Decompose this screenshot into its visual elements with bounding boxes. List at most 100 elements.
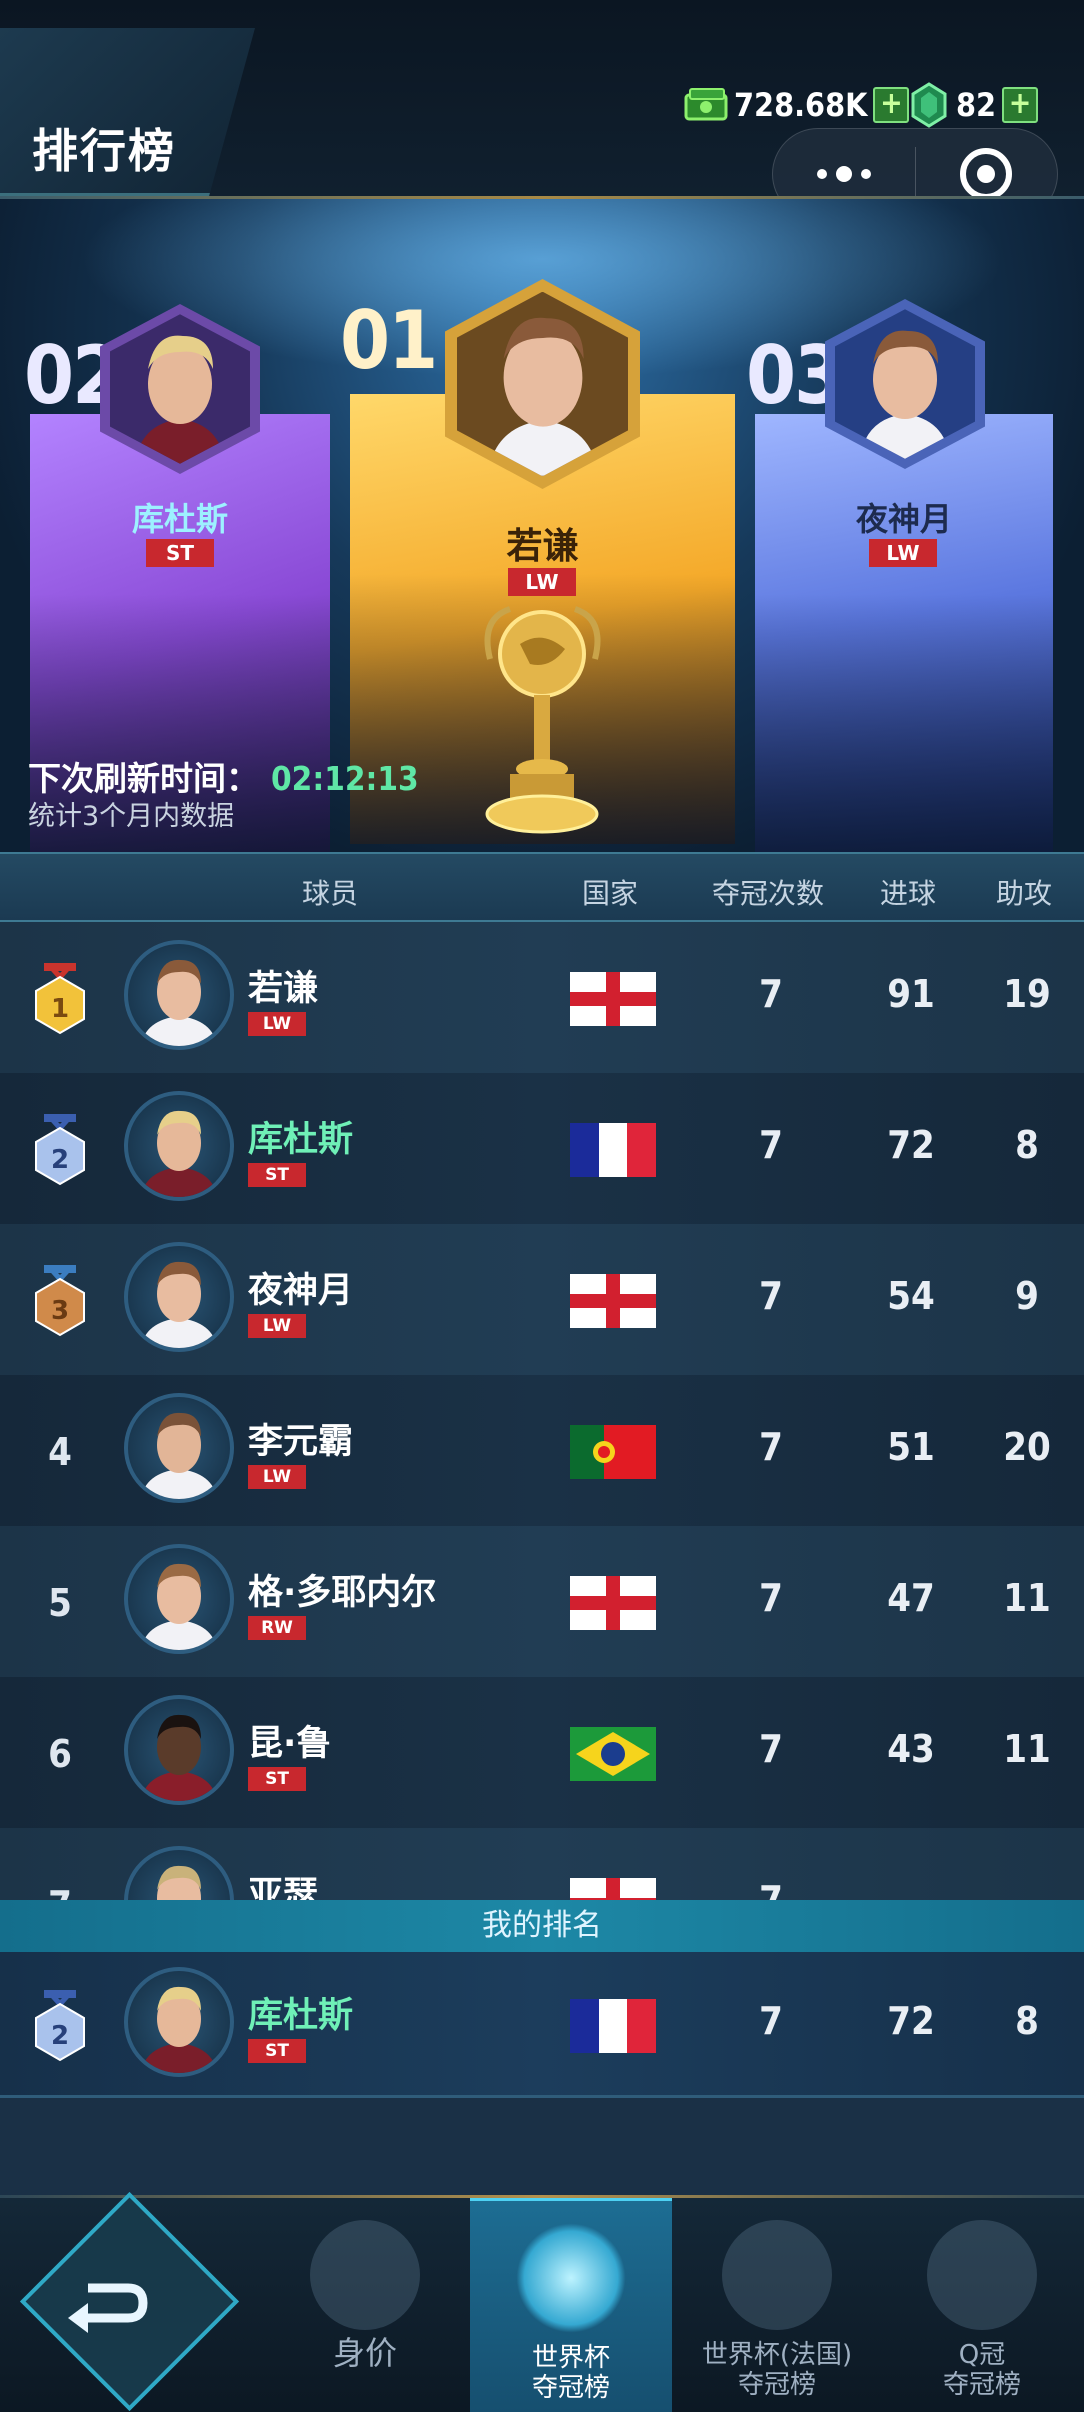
goals-value: 47 [887, 1576, 935, 1620]
player-avatar [124, 940, 234, 1050]
player-portrait-icon [859, 330, 950, 459]
player-avatar [124, 1544, 234, 1654]
my-rank-row[interactable]: 2 库杜斯 ST 7 72 8 [0, 1952, 1084, 2098]
goals-value: 72 [887, 1123, 935, 1167]
player-portrait-icon [134, 335, 225, 464]
podium-avatar-first [445, 279, 640, 489]
country-flag-england-icon [570, 1274, 656, 1328]
column-country: 国家 [582, 877, 639, 910]
refresh-time: 02:12:13 [271, 759, 419, 798]
player-avatar [124, 1242, 234, 1352]
assists-value: 8 [1015, 1123, 1039, 1167]
player-avatar [124, 1091, 234, 1201]
back-arrow-icon [58, 2268, 158, 2338]
tab-worldcup-france-label: 世界杯(法国) 夺冠榜 [701, 2340, 853, 2400]
table-row[interactable]: 2 库杜斯 ST 7 72 8 [0, 1073, 1084, 1224]
rank-number: 7 [28, 1870, 92, 1900]
player-name: 昆·鲁 [248, 1724, 332, 1764]
rank-number: 6 [48, 1732, 72, 1776]
country-flag-france-icon [570, 1123, 656, 1177]
globe-trophy-icon [722, 2220, 832, 2330]
podium-position-third: LW [869, 539, 937, 567]
podium-name-second: 库杜斯 [131, 500, 228, 538]
table-row[interactable]: 6 昆·鲁 ST 7 43 11 [0, 1677, 1084, 1828]
player-name: 库杜斯 [248, 1120, 354, 1160]
table-row[interactable]: 1 若谦 LW 7 91 19 [0, 922, 1084, 1073]
cash-counter: 728.68K + [684, 80, 910, 130]
podium-position-first: LW [508, 568, 576, 596]
tab-value[interactable]: 身价 [262, 2198, 468, 2412]
player-name: 夜神月 [248, 1271, 354, 1311]
podium-avatar-third [825, 299, 985, 469]
tab-worldcup-champions[interactable]: 世界杯 夺冠榜 [470, 2198, 672, 2412]
podium-rank-first: 01 [340, 294, 438, 387]
gem-value: 82 [956, 86, 997, 124]
goals-value: 43 [887, 1727, 935, 1771]
assists-value: 19 [1003, 972, 1051, 1016]
add-gems-button[interactable]: + [1002, 87, 1039, 123]
bottom-nav: 身价 世界杯 夺冠榜 世界杯(法国) 夺冠榜 Q冠 夺冠榜 [0, 2191, 1084, 2412]
podium-name-third: 夜神月 [855, 500, 952, 538]
country-flag-portugal-icon [570, 1425, 656, 1479]
table-row[interactable]: 7 亚瑟 7 [0, 1828, 1084, 1900]
svg-text:1: 1 [51, 994, 69, 1024]
assists-value: 20 [1003, 1425, 1051, 1469]
table-row[interactable]: 5 格·多耶内尔 RW 7 47 11 [0, 1526, 1084, 1677]
column-titles: 夺冠次数 [712, 877, 825, 910]
position-badge: LW [248, 1314, 306, 1338]
tab-q-crown-champions[interactable]: Q冠 夺冠榜 [880, 2198, 1084, 2412]
podium-card-third[interactable] [755, 414, 1053, 852]
titles-value: 7 [759, 1274, 783, 1318]
my-rank-header: 我的排名 [0, 1900, 1084, 1952]
player-avatar [124, 1967, 234, 2077]
svg-text:2: 2 [51, 1145, 69, 1175]
refresh-label: 下次刷新时间： [28, 759, 259, 798]
player-value-icon [310, 2220, 420, 2330]
player-name: 格·多耶内尔 [248, 1573, 437, 1613]
top-bar: 排行榜 728.68K + 82 + [0, 0, 1084, 220]
rank-medal-icon: 2 [28, 1114, 92, 1186]
position-badge: ST [248, 1163, 306, 1187]
position-badge: LW [248, 1012, 306, 1036]
my-rank-content[interactable]: 2 库杜斯 ST 7 72 8 [0, 1949, 1084, 2100]
player-name: 库杜斯 [248, 1996, 354, 2036]
rank-number: 5 [48, 1581, 72, 1625]
table-row[interactable]: 3 夜神月 LW 7 54 9 [0, 1224, 1084, 1375]
ranking-list[interactable]: 1 若谦 LW 7 91 19 2 库杜斯 ST 7 72 8 3 夜神月 LW… [0, 922, 1084, 1900]
podium-name-first: 若谦 [506, 526, 579, 567]
table-header: 球员 国家 夺冠次数 进球 助攻 [0, 852, 1084, 922]
titles-value: 7 [759, 1878, 783, 1900]
position-badge: RW [248, 1616, 306, 1640]
podium-position-second: ST [146, 539, 214, 567]
country-flag-france-icon [570, 1999, 656, 2053]
goals-value: 51 [887, 1425, 935, 1469]
column-assists: 助攻 [996, 877, 1053, 910]
player-portrait-icon [487, 318, 598, 477]
podium: 02 库杜斯 ST 01 若谦 LW 03 夜神月 LW 下次刷新时间： 02:… [0, 199, 1084, 852]
titles-value: 7 [759, 1576, 783, 1620]
country-flag-brazil-icon [570, 1727, 656, 1781]
country-flag-england-icon [570, 1878, 656, 1900]
gem-icon [906, 82, 952, 128]
svg-text:3: 3 [51, 1296, 69, 1326]
star-ball-icon [927, 2220, 1037, 2330]
column-goals: 进球 [880, 877, 937, 910]
rank-medal-icon: 2 [28, 1990, 92, 2062]
player-name: 李元霸 [248, 1422, 354, 1462]
add-cash-button[interactable]: + [873, 87, 910, 123]
empty-band [0, 2098, 1084, 2195]
titles-value: 7 [759, 1425, 783, 1469]
goals-value: 72 [887, 1999, 935, 2043]
position-badge: ST [248, 2039, 306, 2063]
rank-medal-icon: 1 [28, 963, 92, 1035]
titles-value: 7 [759, 1727, 783, 1771]
cash-icon [684, 82, 730, 128]
target-icon [960, 148, 1013, 200]
column-player: 球员 [302, 877, 359, 910]
tab-worldcup-france-champions[interactable]: 世界杯(法国) 夺冠榜 [674, 2198, 880, 2412]
player-avatar [124, 1695, 234, 1805]
assists-value: 9 [1015, 1274, 1039, 1318]
soccer-trophy-icon [516, 2223, 626, 2333]
rank-number: 4 [48, 1430, 72, 1474]
table-row[interactable]: 4 李元霸 LW 7 51 20 [0, 1375, 1084, 1526]
